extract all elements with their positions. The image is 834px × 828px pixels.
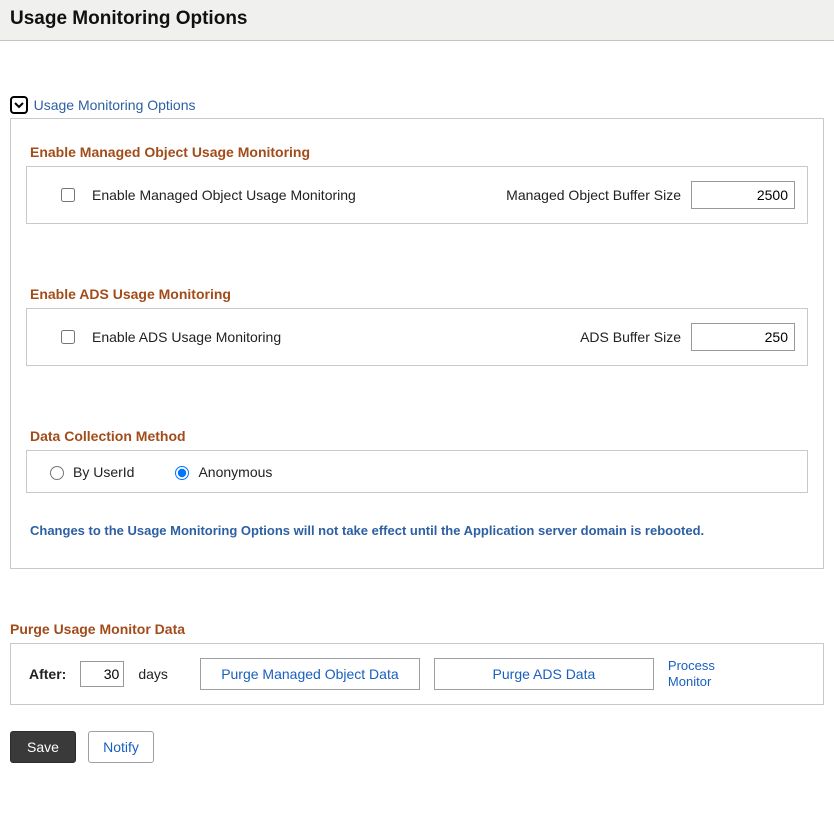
- managed-object-group-box: Enable Managed Object Usage Monitoring M…: [26, 166, 808, 224]
- radio-anonymous[interactable]: [175, 466, 189, 480]
- managed-object-buffer-label: Managed Object Buffer Size: [506, 187, 681, 203]
- managed-object-group-title: Enable Managed Object Usage Monitoring: [30, 144, 808, 160]
- radio-anonymous-wrap[interactable]: Anonymous: [170, 463, 272, 480]
- section-header-row: Usage Monitoring Options: [10, 96, 824, 114]
- purge-days-input[interactable]: [80, 661, 124, 687]
- save-button[interactable]: Save: [10, 731, 76, 763]
- data-collection-title: Data Collection Method: [30, 428, 808, 444]
- purge-managed-object-button[interactable]: Purge Managed Object Data: [200, 658, 420, 690]
- radio-by-userid[interactable]: [50, 466, 64, 480]
- ads-group-box: Enable ADS Usage Monitoring ADS Buffer S…: [26, 308, 808, 366]
- managed-object-buffer-input[interactable]: [691, 181, 795, 209]
- options-panel: Enable Managed Object Usage Monitoring E…: [10, 118, 824, 569]
- days-label: days: [138, 666, 168, 682]
- page-header: Usage Monitoring Options: [0, 0, 834, 41]
- radio-by-userid-wrap[interactable]: By UserId: [45, 463, 134, 480]
- after-label: After:: [29, 666, 66, 682]
- purge-title: Purge Usage Monitor Data: [10, 621, 824, 637]
- page-content: Usage Monitoring Options Enable Managed …: [0, 41, 834, 773]
- enable-ads-label: Enable ADS Usage Monitoring: [92, 329, 281, 345]
- enable-ads-checkbox[interactable]: [61, 330, 75, 344]
- reboot-warning: Changes to the Usage Monitoring Options …: [30, 523, 808, 538]
- ads-group-title: Enable ADS Usage Monitoring: [30, 286, 808, 302]
- enable-managed-object-label: Enable Managed Object Usage Monitoring: [92, 187, 356, 203]
- ads-buffer-label: ADS Buffer Size: [580, 329, 681, 345]
- enable-managed-object-checkbox[interactable]: [61, 188, 75, 202]
- chevron-down-icon[interactable]: [10, 96, 28, 114]
- section-title[interactable]: Usage Monitoring Options: [34, 97, 196, 113]
- footer-buttons: Save Notify: [10, 731, 824, 763]
- ads-buffer-input[interactable]: [691, 323, 795, 351]
- radio-by-userid-label: By UserId: [73, 464, 134, 480]
- notify-button[interactable]: Notify: [88, 731, 154, 763]
- process-monitor-link[interactable]: Process Monitor: [668, 658, 728, 689]
- data-collection-box: By UserId Anonymous: [26, 450, 808, 493]
- purge-box: After: days Purge Managed Object Data Pu…: [10, 643, 824, 705]
- page-title: Usage Monitoring Options: [10, 8, 824, 30]
- radio-anonymous-label: Anonymous: [198, 464, 272, 480]
- purge-ads-button[interactable]: Purge ADS Data: [434, 658, 654, 690]
